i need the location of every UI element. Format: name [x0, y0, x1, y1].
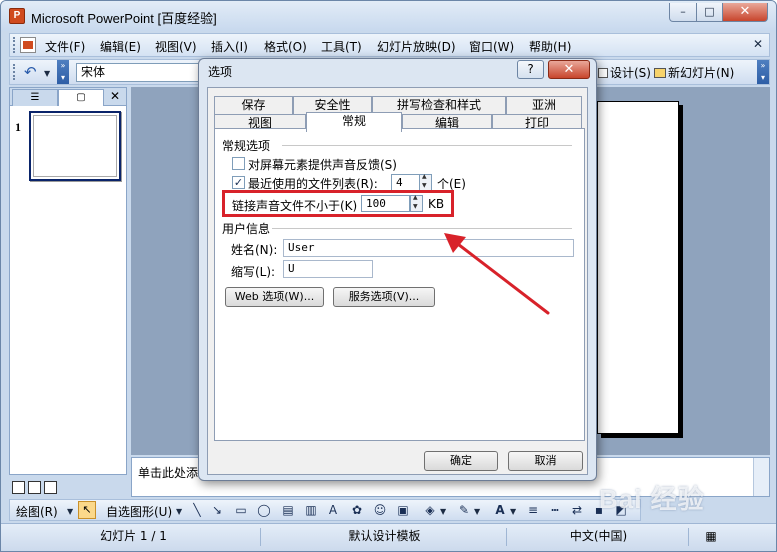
- menu-grip-handle[interactable]: [13, 37, 16, 53]
- line-icon[interactable]: ╲: [190, 503, 204, 517]
- toolbar-overflow-chevron-icon[interactable]: » ▾: [57, 60, 69, 84]
- draw-dropdown-arrow-icon[interactable]: ▼: [67, 507, 73, 516]
- clipart-icon[interactable]: ☺: [373, 503, 387, 517]
- title-bar: P Microsoft PowerPoint [百度经验] – □ ✕: [1, 1, 776, 31]
- tab-save[interactable]: 保存: [214, 96, 293, 114]
- dash-style-icon[interactable]: ┅: [548, 503, 562, 517]
- general-options-section-title: 常规选项: [222, 139, 271, 153]
- design-button[interactable]: 设计(S): [598, 64, 651, 81]
- arrow-style-icon[interactable]: ⇄: [570, 503, 584, 517]
- menu-edit[interactable]: 编辑(E): [100, 38, 141, 55]
- draw-menu-button[interactable]: 绘图(R): [16, 503, 58, 520]
- textbox-icon[interactable]: ▤: [281, 503, 295, 517]
- pane-close-icon[interactable]: ✕: [110, 89, 120, 103]
- undo-icon[interactable]: ↶: [24, 63, 37, 81]
- font-color-arrow-icon[interactable]: ▼: [510, 507, 516, 516]
- new-slide-button[interactable]: 新幻灯片(N): [654, 64, 734, 81]
- vertical-textbox-icon[interactable]: ▥: [304, 503, 318, 517]
- select-objects-icon[interactable]: ↖: [78, 501, 96, 519]
- font-color-icon[interactable]: A: [493, 503, 507, 517]
- notes-scrollbar[interactable]: [753, 458, 769, 496]
- view-buttons: [9, 479, 127, 497]
- dialog-help-button[interactable]: ?: [517, 60, 544, 79]
- web-options-button[interactable]: Web 选项(W)...: [225, 287, 324, 307]
- font-name-box[interactable]: 宋体: [76, 63, 206, 82]
- window-title: Microsoft PowerPoint [百度经验]: [31, 8, 217, 27]
- recent-files-count-input[interactable]: 4: [391, 174, 420, 191]
- slide-sorter-view-icon[interactable]: [28, 481, 41, 494]
- menu-bar: 文件(F) 编辑(E) 视图(V) 插入(I) 格式(O) 工具(T) 幻灯片放…: [9, 33, 770, 57]
- line-color-arrow-icon[interactable]: ▼: [474, 507, 480, 516]
- wordart-icon[interactable]: A: [326, 503, 340, 517]
- slide-canvas[interactable]: [597, 101, 679, 434]
- cancel-button[interactable]: 取消: [508, 451, 583, 471]
- fill-color-arrow-icon[interactable]: ▼: [440, 507, 446, 516]
- drawing-toolbar: 绘图(R) ▼ ↖ 自选图形(U) ▼ ╲ ↘ ▭ ◯ ▤ ▥ A ✿ ☺ ▣ …: [9, 499, 641, 521]
- status-bar: 幻灯片 1 / 1 默认设计模板 中文(中国) ▦: [1, 523, 776, 551]
- app-name: Microsoft PowerPoint: [31, 11, 154, 26]
- recent-files-checkbox[interactable]: ✓: [232, 176, 245, 189]
- tab-asian[interactable]: 亚洲: [506, 96, 582, 114]
- ok-button[interactable]: 确定: [424, 451, 498, 471]
- recent-files-spinner-icon[interactable]: [419, 173, 432, 191]
- slideshow-view-icon[interactable]: [44, 481, 57, 494]
- document-icon[interactable]: [20, 37, 36, 53]
- outline-tab-icon[interactable]: ☰: [12, 89, 58, 106]
- powerpoint-app-icon[interactable]: P: [9, 8, 25, 24]
- close-document-icon[interactable]: ✕: [753, 37, 763, 51]
- maximize-button[interactable]: □: [696, 3, 723, 22]
- initials-label: 缩写(L):: [231, 265, 276, 279]
- slide-number: 1: [15, 120, 21, 134]
- slides-tab-icon[interactable]: ▢: [58, 89, 104, 106]
- dialog-close-button[interactable]: ✕: [548, 60, 590, 79]
- service-options-button[interactable]: 服务选项(V)...: [333, 287, 435, 307]
- menu-view[interactable]: 视图(V): [155, 38, 197, 55]
- sound-feedback-label: 对屏幕元素提供声音反馈(S): [248, 158, 397, 172]
- annotation-highlight-box: [222, 190, 454, 217]
- menu-file[interactable]: 文件(F): [45, 38, 85, 55]
- general-options-divider: [282, 145, 572, 146]
- slides-pane: ☰ ▢ ✕ 1: [9, 87, 127, 475]
- autoshapes-button[interactable]: 自选图形(U): [106, 503, 172, 520]
- menu-format[interactable]: 格式(O): [264, 38, 307, 55]
- close-window-button[interactable]: ✕: [722, 3, 768, 22]
- diagram-icon[interactable]: ✿: [350, 503, 364, 517]
- status-template: 默认设计模板: [263, 528, 507, 546]
- slide-thumbnail[interactable]: [29, 111, 121, 181]
- design-icon: [598, 68, 608, 78]
- annotation-arrow-icon: [444, 233, 550, 315]
- user-info-section-title: 用户信息: [222, 222, 271, 236]
- initials-input[interactable]: U: [283, 260, 373, 278]
- minimize-button[interactable]: –: [669, 3, 697, 22]
- pane-tabs: ☰ ▢ ✕: [10, 88, 126, 106]
- autoshapes-dropdown-arrow-icon[interactable]: ▼: [176, 507, 182, 516]
- document-title: [百度经验]: [157, 11, 217, 26]
- user-name-label: 姓名(N):: [231, 243, 278, 257]
- line-style-icon[interactable]: ≡: [526, 503, 540, 517]
- dialog-title: 选项: [208, 65, 233, 79]
- new-slide-icon: [654, 68, 666, 78]
- menu-insert[interactable]: 插入(I): [211, 38, 248, 55]
- line-color-icon[interactable]: ✎: [457, 503, 471, 517]
- toolbar-right-chevron-icon[interactable]: » ▾: [757, 60, 769, 84]
- sound-feedback-checkbox[interactable]: [232, 157, 245, 170]
- undo-dropdown-arrow-icon[interactable]: ▼: [44, 69, 50, 78]
- oval-icon[interactable]: ◯: [257, 503, 271, 517]
- tab-general[interactable]: 常规: [306, 112, 402, 132]
- menu-help[interactable]: 帮助(H): [529, 38, 571, 55]
- normal-view-icon[interactable]: [12, 481, 25, 494]
- status-language: 中文(中国): [509, 528, 689, 546]
- fill-color-icon[interactable]: ◈: [423, 503, 437, 517]
- toolbar-grip-handle[interactable]: [13, 64, 16, 80]
- rectangle-icon[interactable]: ▭: [234, 503, 248, 517]
- arrow-icon[interactable]: ↘: [210, 503, 224, 517]
- menu-tools[interactable]: 工具(T): [321, 38, 362, 55]
- menu-window[interactable]: 窗口(W): [469, 38, 514, 55]
- baidu-watermark: Bai 经验: [599, 484, 705, 514]
- spellcheck-status-icon[interactable]: ▦: [691, 528, 731, 546]
- menu-slideshow[interactable]: 幻灯片放映(D): [377, 38, 456, 55]
- notes-placeholder: 单击此处添: [138, 466, 199, 480]
- status-slide-count: 幻灯片 1 / 1: [7, 528, 261, 546]
- picture-icon[interactable]: ▣: [396, 503, 410, 517]
